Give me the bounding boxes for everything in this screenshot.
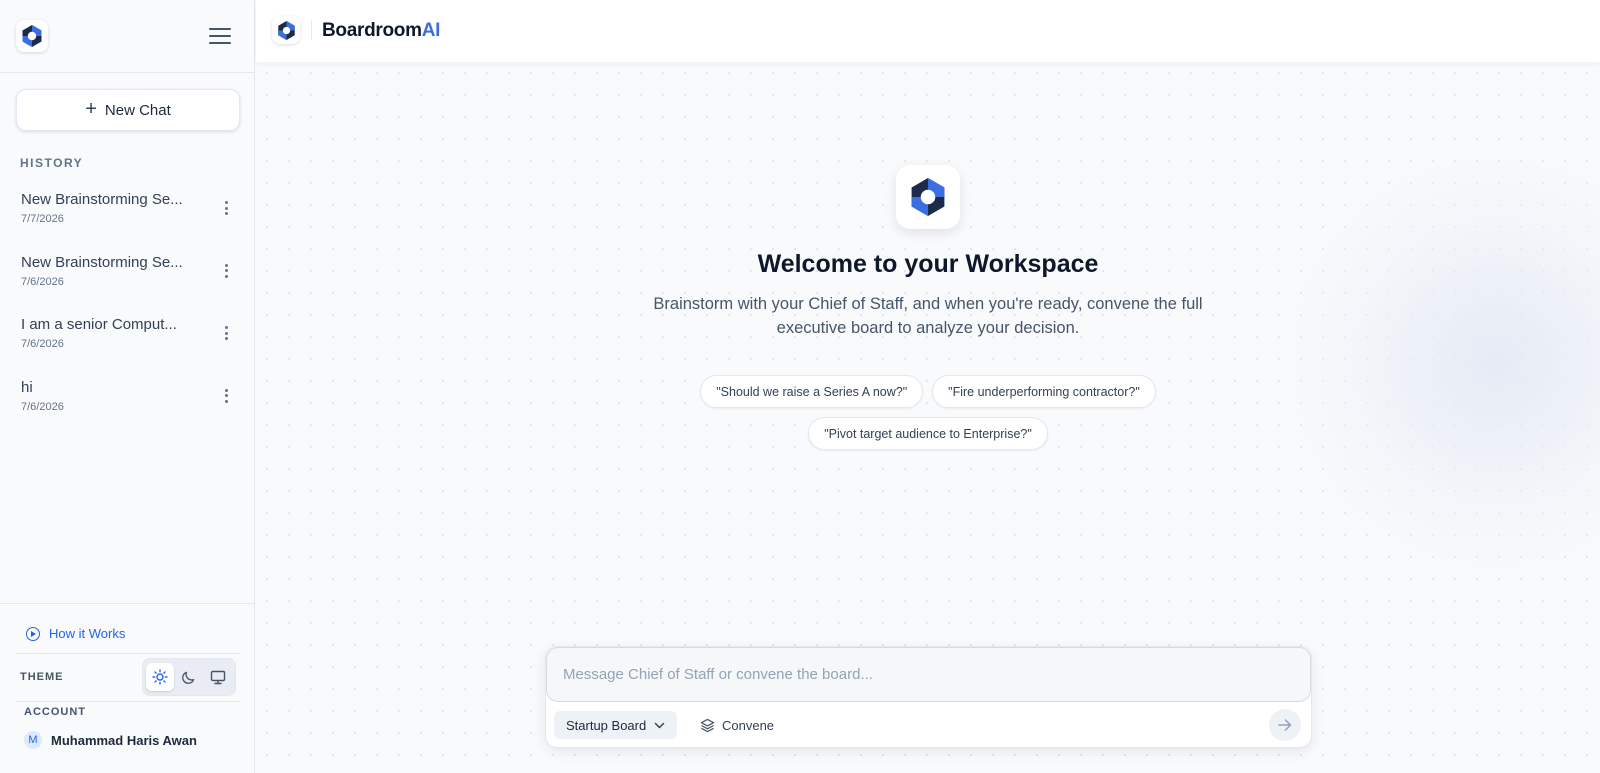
hero-logo bbox=[896, 165, 960, 229]
divider bbox=[16, 701, 240, 702]
send-button[interactable] bbox=[1269, 709, 1301, 741]
history-item[interactable]: New Brainstorming Se... 7/7/2026 bbox=[0, 184, 255, 247]
how-it-works-link[interactable]: How it Works bbox=[26, 626, 125, 641]
history-item-date: 7/7/2026 bbox=[21, 213, 64, 225]
history-item[interactable]: New Brainstorming Se... 7/6/2026 bbox=[0, 247, 255, 310]
chevron-down-icon bbox=[654, 722, 665, 728]
history-item-title: hi bbox=[21, 378, 33, 396]
theme-label: THEME bbox=[20, 671, 64, 683]
background-glow bbox=[1276, 142, 1600, 582]
history-item[interactable]: hi 7/6/2026 bbox=[0, 372, 255, 435]
kebab-icon[interactable] bbox=[223, 326, 229, 340]
suggestion-chip[interactable]: "Pivot target audience to Enterprise?" bbox=[808, 417, 1048, 450]
history-item-date: 7/6/2026 bbox=[21, 275, 64, 288]
kebab-icon[interactable] bbox=[223, 388, 229, 403]
history-list: New Brainstorming Se... 7/7/2026 New Bra… bbox=[0, 184, 255, 434]
history-item[interactable]: I am a senior Comput... 7/6/2026 bbox=[0, 309, 255, 372]
divider bbox=[16, 653, 240, 654]
message-composer: Startup Board Convene bbox=[545, 646, 1312, 748]
board-select[interactable]: Startup Board bbox=[554, 711, 678, 739]
sidebar-logo[interactable] bbox=[16, 20, 48, 52]
play-circle-icon bbox=[26, 626, 40, 641]
welcome-title: Welcome to your Workspace bbox=[757, 250, 1099, 278]
new-chat-label: New Chat bbox=[104, 101, 171, 119]
theme-dark-button[interactable] bbox=[175, 663, 203, 691]
account-name: Muhammad Haris Awan bbox=[51, 732, 197, 748]
suggestion-chip[interactable]: "Should we raise a Series A now?" bbox=[700, 375, 924, 408]
plus-icon: + bbox=[85, 98, 97, 120]
board-select-value: Startup Board bbox=[566, 717, 647, 733]
layers-icon bbox=[700, 718, 715, 732]
message-input[interactable] bbox=[546, 647, 1311, 702]
moon-icon bbox=[182, 671, 195, 684]
theme-system-button[interactable] bbox=[204, 663, 232, 691]
sidebar-header bbox=[0, 0, 254, 73]
history-heading: HISTORY bbox=[20, 156, 84, 170]
logo-icon bbox=[22, 25, 42, 47]
kebab-icon[interactable] bbox=[223, 201, 229, 215]
arrow-right-icon bbox=[1278, 719, 1292, 731]
new-chat-button[interactable]: + New Chat bbox=[16, 89, 240, 131]
welcome-subtitle: Brainstorm with your Chief of Staff, and… bbox=[653, 295, 1203, 337]
convene-label: Convene bbox=[722, 717, 775, 733]
theme-toggle bbox=[142, 658, 236, 696]
history-item-title: New Brainstorming Se... bbox=[21, 191, 183, 208]
brand-name: BoardroomAI bbox=[322, 20, 440, 42]
header-divider bbox=[311, 20, 312, 40]
history-item-date: 7/6/2026 bbox=[21, 400, 64, 413]
logo-icon bbox=[911, 178, 945, 216]
monitor-icon bbox=[210, 670, 225, 684]
kebab-icon[interactable] bbox=[223, 263, 229, 278]
suggestion-chip[interactable]: "Fire underperforming contractor?" bbox=[932, 375, 1156, 408]
theme-light-button[interactable] bbox=[146, 663, 175, 691]
convene-button[interactable]: Convene bbox=[694, 711, 780, 739]
history-item-title: I am a senior Comput... bbox=[21, 316, 177, 333]
header-logo[interactable] bbox=[272, 16, 300, 44]
brand-accent: AI bbox=[421, 20, 441, 41]
how-it-works-label: How it Works bbox=[49, 626, 126, 641]
avatar: M bbox=[24, 731, 42, 749]
account-row[interactable]: M Muhammad Haris Awan bbox=[24, 731, 197, 749]
logo-icon bbox=[277, 20, 295, 40]
hamburger-icon[interactable] bbox=[208, 25, 232, 47]
history-item-date: 7/6/2026 bbox=[21, 338, 64, 350]
sidebar-footer: How it Works THEME ACCOUNT M Muhammad Ha… bbox=[0, 603, 255, 749]
history-item-title: New Brainstorming Se... bbox=[21, 253, 183, 271]
top-header: BoardroomAI bbox=[256, 0, 1600, 62]
workspace: Welcome to your Workspace Brainstorm wit… bbox=[256, 62, 1600, 773]
account-label: ACCOUNT bbox=[24, 706, 86, 718]
sidebar: + New Chat HISTORY New Brainstorming Se.… bbox=[0, 0, 255, 773]
sun-icon bbox=[152, 669, 169, 685]
suggestion-chips: "Should we raise a Series A now?" "Fire … bbox=[628, 375, 1228, 450]
brand-main: Boardroom bbox=[322, 20, 422, 41]
